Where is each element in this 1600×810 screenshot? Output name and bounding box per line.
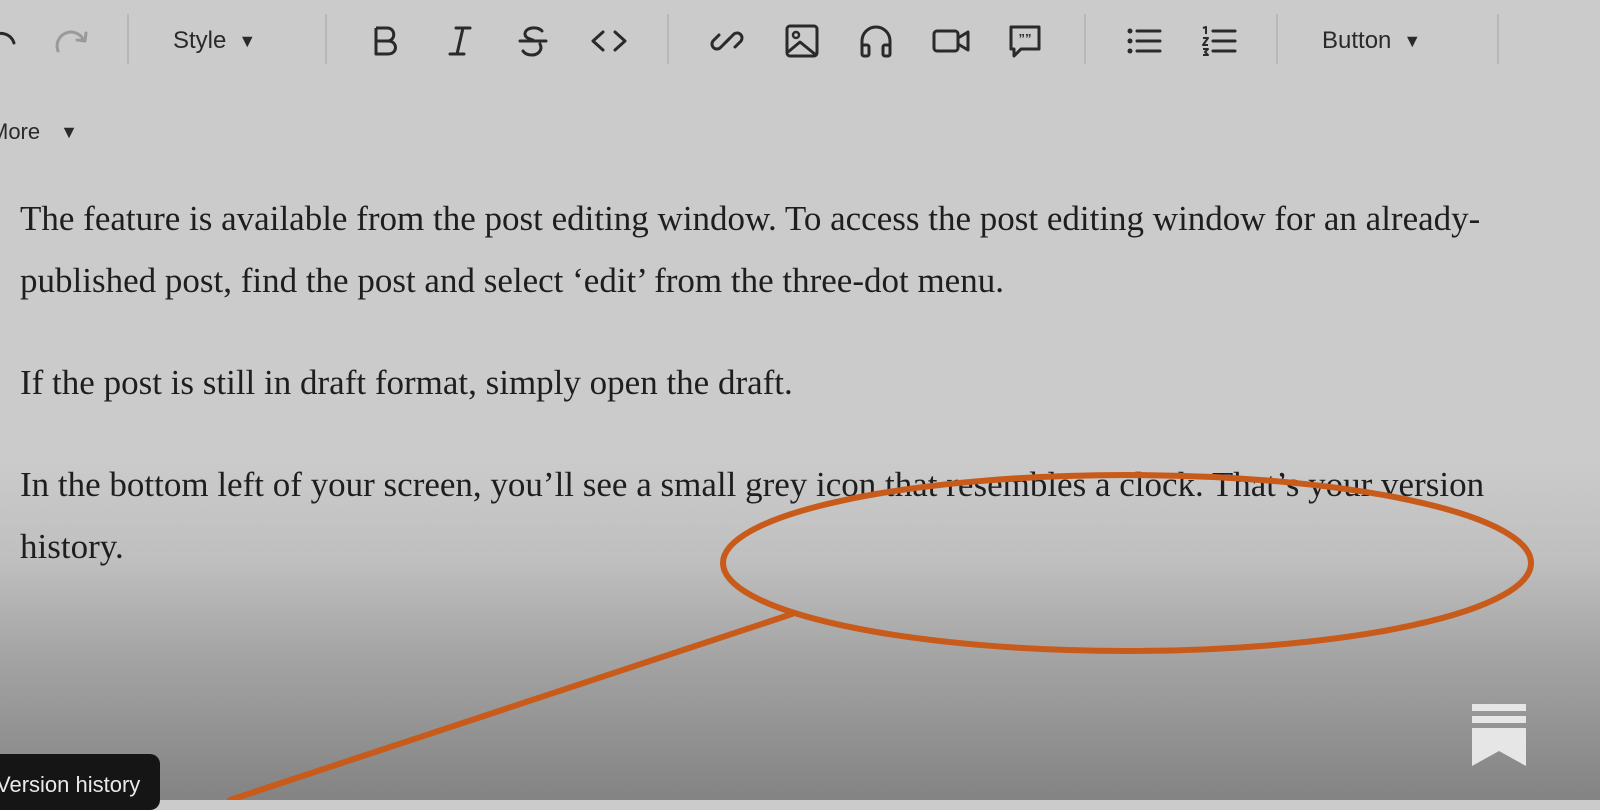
bold-icon	[374, 26, 397, 56]
svg-text:””: ””	[1019, 31, 1032, 46]
toolbar-divider	[1497, 14, 1499, 64]
toolbar-divider	[1084, 14, 1086, 64]
headphones-icon	[860, 25, 892, 58]
audio-button[interactable]	[856, 20, 896, 62]
undo-icon	[0, 31, 16, 45]
toolbar-divider	[667, 14, 669, 64]
code-icon	[591, 30, 627, 52]
link-icon	[710, 31, 744, 51]
version-history-tooltip: Version history	[0, 754, 160, 810]
video-camera-icon	[932, 29, 970, 53]
italic-button[interactable]	[440, 20, 480, 62]
toolbar-divider	[1276, 14, 1278, 64]
strikethrough-icon	[518, 26, 548, 57]
more-dropdown-label: More	[0, 119, 41, 144]
toolbar-divider	[325, 14, 327, 64]
image-button[interactable]	[782, 20, 822, 62]
bullet-list-icon	[1127, 28, 1162, 54]
image-icon	[785, 24, 819, 58]
post-body[interactable]: The feature is available from the post e…	[20, 188, 1500, 578]
numbered-list-button[interactable]	[1199, 20, 1239, 62]
style-dropdown[interactable]: Style ▼	[173, 22, 256, 60]
caret-down-icon: ▼	[60, 121, 78, 142]
paragraph: If the post is still in draft format, si…	[20, 363, 793, 402]
editor-toolbar: Style ▼ ”” Button ▼ ore ▼	[0, 0, 1600, 144]
quote-bubble-icon: ””	[1009, 25, 1041, 58]
numbered-list-icon	[1202, 26, 1237, 56]
video-button[interactable]	[929, 20, 973, 62]
undo-button[interactable]	[0, 20, 20, 62]
pointer-line	[227, 611, 795, 800]
more-dropdown[interactable]: More ▼	[0, 115, 78, 149]
paragraph: The feature is available from the post e…	[20, 199, 1481, 300]
bookmark-logo-icon	[1472, 704, 1526, 766]
toolbar-divider	[127, 14, 129, 64]
link-button[interactable]	[707, 20, 747, 62]
italic-icon	[448, 26, 472, 56]
button-dropdown-label: Button	[1322, 27, 1392, 54]
button-dropdown[interactable]: Button ▼	[1322, 22, 1421, 60]
strikethrough-button[interactable]	[513, 20, 553, 62]
quote-button[interactable]: ””	[1005, 20, 1045, 62]
bold-button[interactable]	[365, 20, 405, 62]
redo-icon	[55, 30, 88, 53]
caret-down-icon: ▼	[238, 30, 257, 51]
bullet-list-button[interactable]	[1124, 20, 1164, 62]
caret-down-icon: ▼	[1403, 30, 1422, 51]
style-dropdown-label: Style	[173, 27, 227, 54]
code-button[interactable]	[587, 20, 631, 62]
redo-button[interactable]	[52, 20, 92, 62]
paragraph: In the bottom left of your screen, you’l…	[20, 465, 1485, 566]
